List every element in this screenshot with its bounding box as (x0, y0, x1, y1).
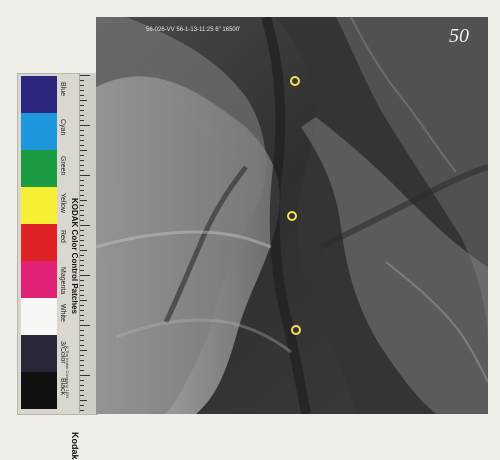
ruler-tick (80, 230, 84, 231)
ruler-tick (80, 305, 84, 306)
yellow-circle-marker-bottom (291, 325, 301, 335)
ruler-tick (80, 290, 84, 291)
ruler-tick (80, 375, 90, 376)
ruler-tick (80, 275, 90, 276)
measurement-ruler (79, 73, 96, 413)
ruler-tick (80, 400, 87, 401)
ruler-tick (80, 125, 90, 126)
ruler-tick (80, 370, 84, 371)
ruler-tick (80, 410, 84, 411)
yellow-patch (21, 187, 57, 224)
ruler-tick (80, 130, 84, 131)
ruler-tick (80, 220, 84, 221)
ruler-tick (80, 240, 84, 241)
ruler-tick (80, 270, 84, 271)
ruler-tick (80, 90, 84, 91)
ruler-tick (80, 110, 84, 111)
ruler-tick (80, 315, 84, 316)
ruler-tick (80, 245, 84, 246)
sheet-number: 50 (449, 25, 469, 47)
ruler-tick (80, 105, 84, 106)
ruler-tick (80, 310, 84, 311)
ruler-tick (80, 355, 84, 356)
kodak-logo: Kodak (70, 432, 80, 460)
ruler-tick (80, 285, 84, 286)
ruler-tick (80, 280, 84, 281)
ruler-tick (80, 345, 84, 346)
ruler-tick (80, 405, 84, 406)
ruler-tick (80, 365, 84, 366)
ruler-tick (80, 395, 84, 396)
ruler-tick (80, 195, 84, 196)
cyan-patch (21, 113, 57, 150)
ruler-tick (80, 260, 84, 261)
photo-metadata: 56-1-13-11:25 6" 16500' (176, 27, 241, 33)
black-patch (21, 372, 57, 409)
ruler-tick (80, 265, 84, 266)
photo-header-text: 56-026-VV 56-1-13-11:25 6" 16500' (146, 27, 240, 33)
ruler-tick (80, 135, 84, 136)
ruler-tick (80, 115, 84, 116)
ruler-tick (80, 340, 84, 341)
ruler-tick (80, 200, 87, 201)
ruler-tick (80, 175, 90, 176)
ruler-tick (80, 165, 84, 166)
ruler-tick (80, 140, 84, 141)
ruler-tick (80, 330, 84, 331)
ruler-tick (80, 295, 84, 296)
ruler-tick (80, 360, 84, 361)
ruler-tick (80, 390, 84, 391)
white-patch (21, 298, 57, 335)
ruler-tick (80, 190, 84, 191)
ruler-tick (80, 80, 84, 81)
ruler-tick (80, 185, 84, 186)
red-patch (21, 224, 57, 261)
three-color-patch (21, 335, 57, 372)
photo-code: 56-026-VV (146, 27, 175, 33)
yellow-circle-marker-top (290, 76, 300, 86)
ruler-tick (80, 335, 84, 336)
ruler-tick (80, 250, 87, 251)
magenta-patch (21, 261, 57, 298)
ruler-tick (80, 235, 84, 236)
ruler-tick (80, 75, 90, 76)
ruler-tick (80, 380, 84, 381)
ruler-tick (80, 205, 84, 206)
scan-background: Blue Cyan Green Yellow Red Magenta White… (0, 0, 500, 460)
ruler-tick (80, 210, 84, 211)
ruler-tick (80, 155, 84, 156)
ruler-tick (80, 160, 84, 161)
ruler-tick (80, 180, 84, 181)
ruler-tick (80, 325, 90, 326)
ruler-tick (80, 95, 84, 96)
ruler-tick (80, 215, 84, 216)
ruler-tick (80, 300, 87, 301)
ruler-tick (80, 150, 87, 151)
kodak-subtitle: © The Kodak Company, 1999 (65, 346, 70, 399)
ruler-tick (80, 225, 90, 226)
ruler-tick (80, 385, 84, 386)
ruler-tick (80, 350, 87, 351)
green-patch (21, 150, 57, 187)
ruler-tick (80, 320, 84, 321)
yellow-circle-marker-middle (287, 211, 297, 221)
ruler-tick (80, 255, 84, 256)
blue-patch (21, 76, 57, 113)
ruler-tick (80, 145, 84, 146)
kodak-title: KODAK Color Control Patches (70, 198, 79, 315)
ruler-tick (80, 170, 84, 171)
ruler-tick (80, 100, 87, 101)
ruler-tick (80, 85, 84, 86)
ruler-tick (80, 120, 84, 121)
